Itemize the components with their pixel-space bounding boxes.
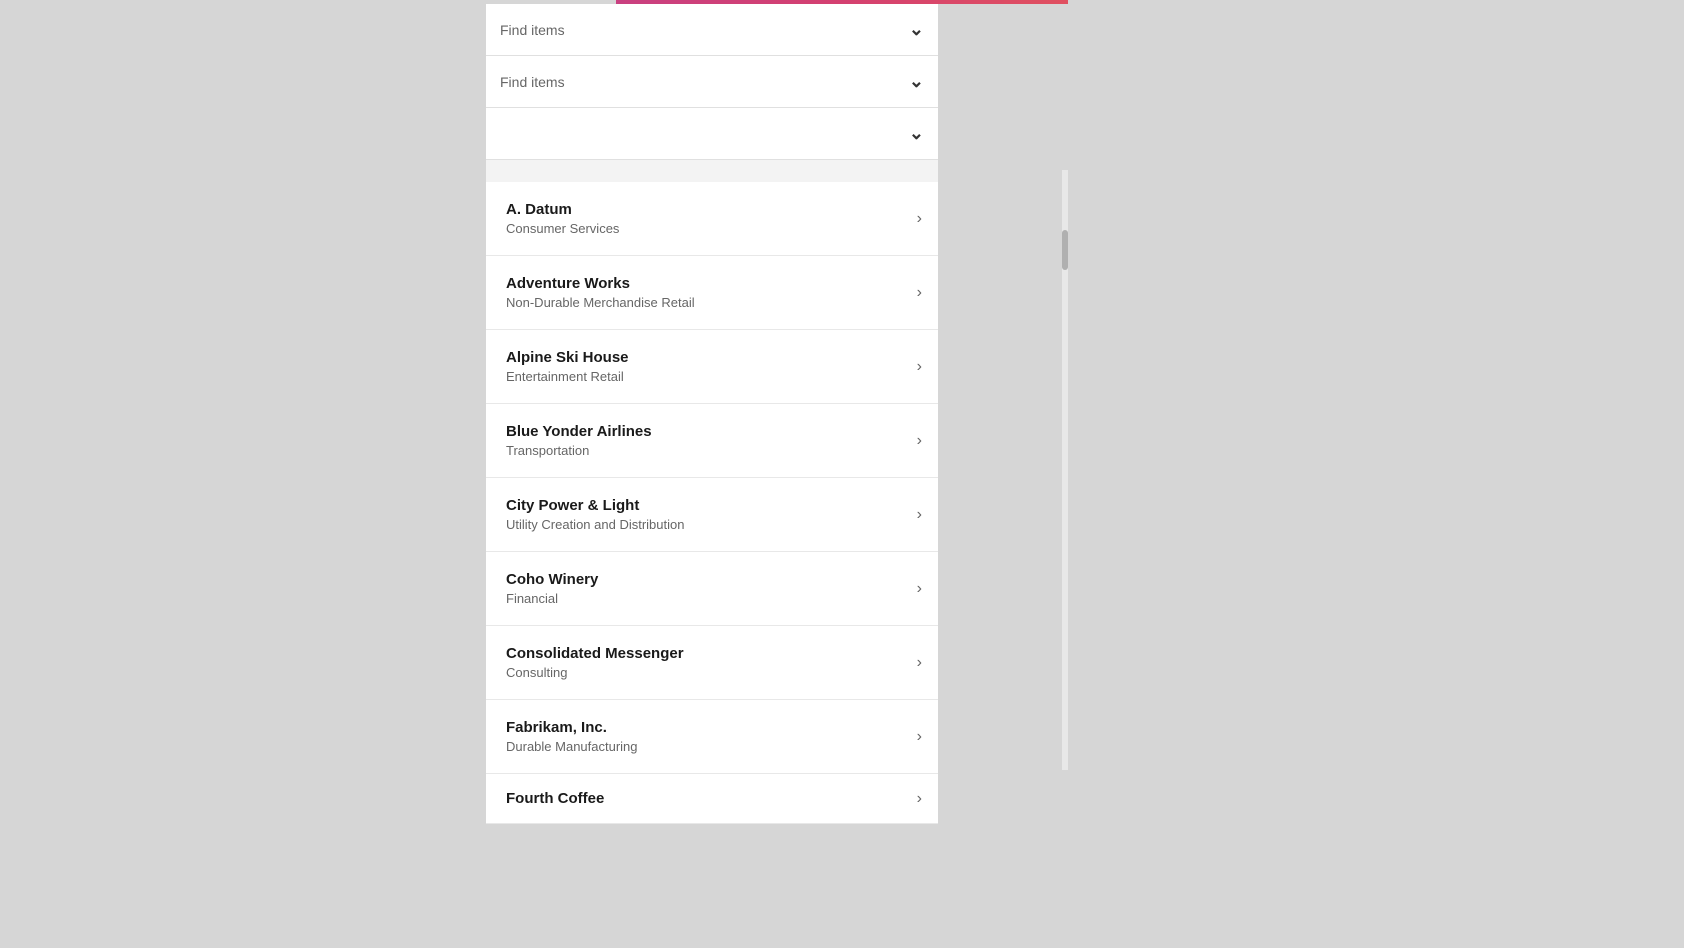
list-item-chevron-icon: › [917,284,922,302]
filter-2-chevron-icon: ⌄ [909,71,924,92]
list-item-alpine-ski-house[interactable]: Alpine Ski House Entertainment Retail › [486,330,938,404]
filter-dropdown-1[interactable]: Find items ⌄ [486,4,938,56]
list-item-title: Fabrikam, Inc. [506,719,909,736]
list-item-a-datum[interactable]: A. Datum Consumer Services › [486,182,938,256]
list-item-chevron-icon: › [917,654,922,672]
list-item-subtitle: Consumer Services [506,221,909,236]
list-item-subtitle: Durable Manufacturing [506,739,909,754]
list-item-content: Consolidated Messenger Consulting [506,645,909,680]
list-item-chevron-icon: › [917,210,922,228]
list-item-content: Coho Winery Financial [506,571,909,606]
list-item-content: Alpine Ski House Entertainment Retail [506,349,909,384]
list-item-title: Alpine Ski House [506,349,909,366]
list-item-adventure-works[interactable]: Adventure Works Non-Durable Merchandise … [486,256,938,330]
list-container: A. Datum Consumer Services › Adventure W… [486,182,938,824]
list-item-content: Fabrikam, Inc. Durable Manufacturing [506,719,909,754]
list-item-chevron-icon: › [917,728,922,746]
list-item-chevron-icon: › [917,432,922,450]
list-item-subtitle: Non-Durable Merchandise Retail [506,295,909,310]
list-item-fourth-coffee[interactable]: Fourth Coffee › [486,774,938,824]
list-item-content: Blue Yonder Airlines Transportation [506,423,909,458]
list-item-title: Coho Winery [506,571,909,588]
list-item-subtitle: Transportation [506,443,909,458]
list-item-title: Blue Yonder Airlines [506,423,909,440]
list-item-fabrikam-inc[interactable]: Fabrikam, Inc. Durable Manufacturing › [486,700,938,774]
scrollbar-track[interactable] [1062,170,1068,770]
list-item-blue-yonder-airlines[interactable]: Blue Yonder Airlines Transportation › [486,404,938,478]
list-item-title: City Power & Light [506,497,909,514]
list-item-chevron-icon: › [917,580,922,598]
list-item-content: A. Datum Consumer Services [506,201,909,236]
list-item-title: A. Datum [506,201,909,218]
filter-dropdown-3[interactable]: ⌄ [486,108,938,160]
list-item-subtitle: Financial [506,591,909,606]
list-item-subtitle: Entertainment Retail [506,369,909,384]
filter-3-chevron-icon: ⌄ [909,123,924,144]
list-item-chevron-icon: › [917,358,922,376]
filter-1-chevron-icon: ⌄ [909,19,924,40]
list-item-title: Adventure Works [506,275,909,292]
list-item-title: Consolidated Messenger [506,645,909,662]
filter-dropdown-2[interactable]: Find items ⌄ [486,56,938,108]
list-item-content: Adventure Works Non-Durable Merchandise … [506,275,909,310]
list-item-content: Fourth Coffee [506,790,909,807]
list-item-consolidated-messenger[interactable]: Consolidated Messenger Consulting › [486,626,938,700]
spacer [486,160,938,182]
list-item-title: Fourth Coffee [506,790,909,807]
list-item-chevron-icon: › [917,506,922,524]
filter-2-label: Find items [500,74,909,90]
list-item-content: City Power & Light Utility Creation and … [506,497,909,532]
list-item-chevron-icon: › [917,790,922,808]
list-item-coho-winery[interactable]: Coho Winery Financial › [486,552,938,626]
scrollbar-thumb[interactable] [1062,230,1068,270]
list-item-subtitle: Consulting [506,665,909,680]
filter-1-label: Find items [500,22,909,38]
list-item-subtitle: Utility Creation and Distribution [506,517,909,532]
list-item-city-power-light[interactable]: City Power & Light Utility Creation and … [486,478,938,552]
